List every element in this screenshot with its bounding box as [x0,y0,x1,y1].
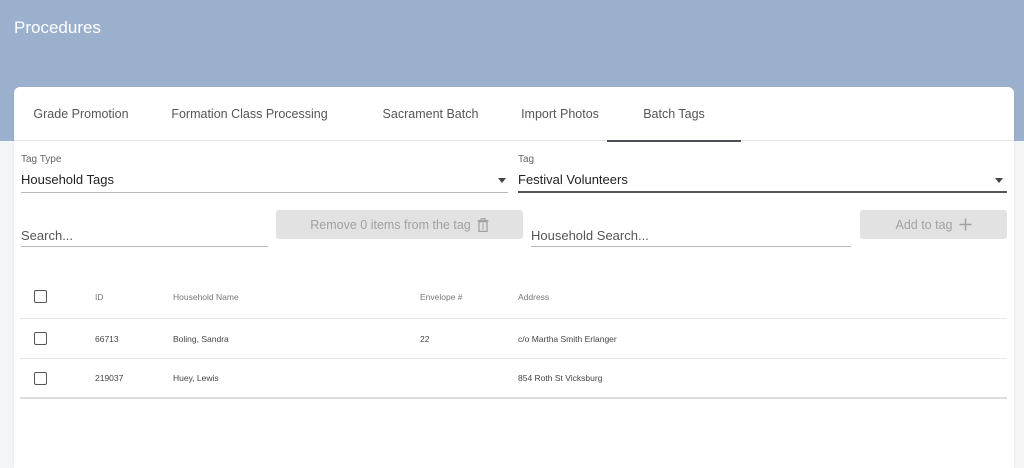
caret-down-icon [498,178,506,183]
trash-icon [477,217,489,232]
tab-formation-class-processing[interactable]: Formation Class Processing [148,87,351,141]
remove-from-tag-button[interactable]: Remove 0 items from the tag [276,210,523,239]
column-header-household-name[interactable]: Household Name [173,275,239,318]
column-header-envelope[interactable]: Envelope # [420,275,463,318]
tab-grade-promotion[interactable]: Grade Promotion [14,87,148,141]
row-select-cell [34,359,47,397]
households-table: ID Household Name Envelope # Address 667… [20,275,1007,399]
tag-underline [518,191,1007,193]
tab-bar: Grade Promotion Formation Class Processi… [14,87,1014,142]
tab-batch-tags[interactable]: Batch Tags [607,87,741,142]
column-header-address[interactable]: Address [518,275,549,318]
cell-household-name: Huey, Lewis [173,373,219,383]
cell-id: 219037 [95,373,124,383]
cell-household-name: Boling, Sandra [173,333,229,344]
household-search-input[interactable] [531,225,849,245]
select-all-cell [34,275,47,318]
cell-id: 66713 [95,333,119,344]
row-checkbox[interactable] [34,371,47,385]
column-header-id[interactable]: ID [95,275,104,318]
table-row[interactable]: 66713 Boling, Sandra 22 c/o Martha Smith… [20,319,1007,359]
household-search-underline [531,246,851,247]
tag-type-underline [21,192,508,193]
tag-label: Tag [518,154,535,165]
row-select-cell [34,319,47,358]
tab-sacrament-batch[interactable]: Sacrament Batch [351,87,510,141]
tab-import-photos[interactable]: Import Photos [510,87,610,141]
caret-down-icon [995,178,1003,183]
search-input[interactable] [21,225,267,245]
plus-icon [959,218,971,231]
remove-button-label: Remove 0 items from the tag [310,217,471,232]
add-button-label: Add to tag [895,217,953,232]
page-title: Procedures [14,18,101,37]
procedures-card: Grade Promotion Formation Class Processi… [14,87,1014,468]
tag-type-value: Household Tags [21,172,114,187]
cell-address: 854 Roth St Vicksburg [518,373,603,383]
cell-address: c/o Martha Smith Erlanger [518,333,617,344]
table-row[interactable]: 219037 Huey, Lewis 854 Roth St Vicksburg [20,359,1007,399]
add-to-tag-button[interactable]: Add to tag [860,210,1007,239]
search-underline [21,246,268,247]
tag-value: Festival Volunteers [518,172,628,187]
tag-type-label: Tag Type [21,154,62,165]
row-checkbox[interactable] [34,332,47,345]
table-header-row: ID Household Name Envelope # Address [20,275,1007,319]
cell-envelope: 22 [420,333,430,344]
select-all-checkbox[interactable] [34,290,47,303]
